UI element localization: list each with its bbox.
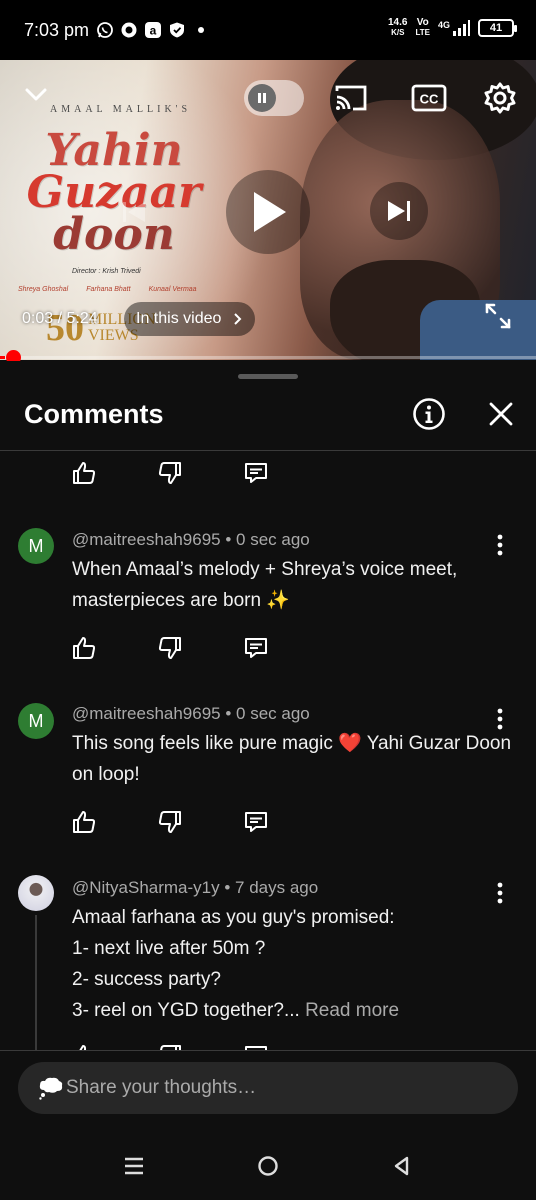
- comment-age: 0 sec ago: [236, 704, 310, 723]
- comment-composer[interactable]: [18, 1062, 518, 1114]
- comment-author[interactable]: @NityaSharma-y1y: [72, 878, 220, 897]
- comment-actions: [70, 634, 270, 662]
- home-circle-icon: [258, 1156, 278, 1176]
- reply-icon: [245, 638, 267, 658]
- network-speed: 14.6 K/S: [388, 17, 408, 38]
- comment-text: When Amaal’s melody + Shreya’s voice mee…: [72, 559, 458, 611]
- back-triangle-icon: [394, 1156, 409, 1176]
- collapse-player-button[interactable]: [20, 78, 52, 110]
- thumbs-down-icon: [158, 637, 181, 659]
- reply-button[interactable]: [242, 459, 270, 487]
- next-video-button[interactable]: [370, 182, 428, 240]
- dislike-button[interactable]: [156, 634, 184, 662]
- comment-actions: [70, 808, 270, 836]
- thumbs-up-icon: [73, 637, 96, 659]
- comment-age: 7 days ago: [235, 878, 319, 897]
- previous-video-button[interactable]: [112, 190, 156, 234]
- gear-icon: [484, 82, 516, 114]
- skip-next-icon: [388, 201, 410, 221]
- chevron-down-icon: [25, 88, 47, 101]
- thumbs-down-icon: [158, 462, 181, 484]
- play-icon: [254, 192, 286, 232]
- autoplay-toggle[interactable]: [244, 80, 304, 116]
- thumbs-up-icon: [73, 462, 96, 484]
- recents-button[interactable]: [118, 1150, 150, 1182]
- back-button[interactable]: [386, 1150, 418, 1182]
- fullscreen-button[interactable]: [476, 294, 520, 338]
- close-icon: [489, 402, 513, 426]
- dislike-button[interactable]: [156, 459, 184, 487]
- svg-text:CC: CC: [420, 92, 439, 107]
- like-button[interactable]: [70, 808, 98, 836]
- thumbnail-director: Director : Krish Trivedi: [72, 268, 141, 275]
- reply-button[interactable]: [242, 634, 270, 662]
- avatar[interactable]: [18, 875, 54, 911]
- composer-divider: [0, 1050, 536, 1051]
- in-this-video-button[interactable]: In this video: [124, 302, 256, 336]
- comment-age: 0 sec ago: [236, 530, 310, 549]
- like-button[interactable]: [70, 459, 98, 487]
- skip-previous-icon: [123, 202, 145, 222]
- dot-icon: [192, 21, 210, 39]
- info-icon: [413, 398, 445, 430]
- closed-captions-icon: CC: [411, 84, 447, 112]
- comment-text: This song feels like pure magic ❤️ Yahi …: [72, 733, 512, 785]
- dislike-button[interactable]: [156, 808, 184, 836]
- avatar[interactable]: M: [18, 703, 54, 739]
- sheet-divider: [0, 450, 536, 451]
- shield-icon: [168, 21, 186, 39]
- comment-meta: @maitreeshah9695 • 0 sec ago: [72, 530, 310, 549]
- status-time: 7:03 pm: [24, 20, 90, 40]
- read-more-link[interactable]: Read more: [305, 1000, 399, 1021]
- whatsapp-icon: [96, 21, 114, 39]
- comment-author[interactable]: @maitreeshah9695: [72, 704, 221, 723]
- playback-time: 0:03 / 5:24: [22, 310, 98, 327]
- signal-icon: 4G: [438, 20, 470, 36]
- system-nav-bar: [0, 1130, 536, 1200]
- notification-icons: a: [96, 21, 210, 39]
- comment-text: Amaal farhana as you guy's promised: 1- …: [72, 907, 400, 1021]
- svg-text:a: a: [150, 24, 157, 38]
- comment-input[interactable]: [66, 1062, 496, 1114]
- volte-indicator: Vo LTE: [415, 17, 430, 38]
- reply-thread-line: [35, 915, 37, 1050]
- thumbs-down-icon: [158, 811, 181, 833]
- settings-button[interactable]: [480, 78, 520, 118]
- menu-icon: [125, 1157, 143, 1175]
- cast-button[interactable]: [332, 80, 370, 116]
- comments-info-button[interactable]: [412, 397, 446, 431]
- captions-button[interactable]: CC: [410, 80, 448, 116]
- system-status: 14.6 K/S Vo LTE 4G 41: [388, 17, 517, 38]
- home-button[interactable]: [252, 1150, 284, 1182]
- reply-button[interactable]: [242, 808, 270, 836]
- comment-author[interactable]: @maitreeshah9695: [72, 530, 221, 549]
- thumbnail-artist: AMAAL MALLIK'S: [50, 104, 192, 115]
- comment-actions: [70, 459, 270, 487]
- progress-fill: [0, 356, 6, 359]
- status-bar: 7:03 pm a 14.6 K/S Vo LTE 4G 41: [0, 0, 536, 60]
- thumbs-up-icon: [73, 811, 96, 833]
- fullscreen-icon: [485, 303, 511, 329]
- comment-meta: @maitreeshah9695 • 0 sec ago: [72, 704, 310, 723]
- play-button[interactable]: [226, 170, 310, 254]
- comment-meta: @NityaSharma-y1y • 7 days ago: [72, 878, 319, 897]
- avatar[interactable]: M: [18, 528, 54, 564]
- reply-icon: [245, 812, 267, 832]
- battery-indicator: 41: [478, 19, 517, 37]
- like-button[interactable]: [70, 634, 98, 662]
- chevron-right-icon: [231, 302, 245, 349]
- thought-bubble-icon: [38, 1076, 64, 1105]
- comments-title: Comments: [24, 399, 164, 429]
- sheet-drag-handle[interactable]: [238, 374, 298, 379]
- progress-bar[interactable]: [0, 350, 536, 365]
- circle-app-icon: [120, 21, 138, 39]
- reply-icon: [245, 463, 267, 483]
- thumbnail-credits: Shreya Ghoshal Farhana Bhatt Kunaal Verm…: [18, 286, 197, 293]
- cast-icon: [335, 85, 367, 111]
- close-comments-button[interactable]: [486, 399, 516, 429]
- a-app-icon: a: [144, 21, 162, 39]
- pause-icon: [248, 84, 276, 112]
